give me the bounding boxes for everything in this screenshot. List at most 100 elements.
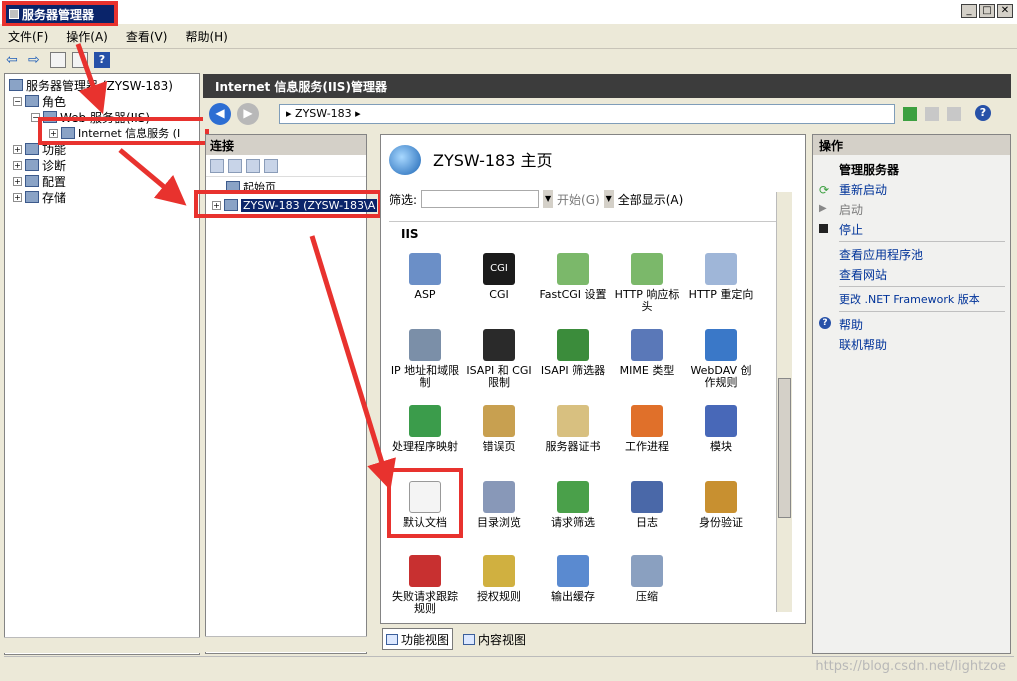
feature-authorization-rules[interactable]: 授权规则: [463, 555, 535, 603]
filter-row: 筛选: ▼ 开始(G) ▼ 全部显示(A): [389, 189, 789, 209]
feature-cgi[interactable]: CGI CGI: [463, 253, 535, 301]
action-online-help[interactable]: 联机帮助: [839, 336, 887, 353]
scrollbar-thumb[interactable]: [778, 378, 791, 518]
forward-arrow-icon[interactable]: ⇨: [28, 53, 44, 67]
tree-item-diagnostics[interactable]: + 诊断: [13, 157, 66, 173]
help-icon[interactable]: ?: [94, 51, 110, 68]
connect-icon[interactable]: [210, 158, 224, 173]
feature-fastcgi[interactable]: FastCGI 设置: [537, 253, 609, 301]
server-home-icon: [389, 145, 421, 175]
feature-authentication[interactable]: 身份验证: [685, 481, 757, 529]
filter-dropdown-icon[interactable]: ▼: [543, 190, 554, 208]
menu-bar: 文件(F) 操作(A) 查看(V) 帮助(H): [0, 26, 1017, 46]
feature-compression[interactable]: 压缩: [611, 555, 683, 603]
close-button[interactable]: ✕: [997, 4, 1013, 18]
expand-icon[interactable]: +: [13, 160, 22, 170]
stop-icon[interactable]: [925, 107, 939, 121]
group-dropdown-icon[interactable]: ▼: [603, 190, 614, 208]
tree-horizontal-scrollbar[interactable]: [4, 637, 200, 653]
watermark: https://blog.csdn.net/lightzoe: [815, 659, 1006, 674]
forward-button[interactable]: ▶: [237, 103, 259, 125]
feature-server-certificates[interactable]: 服务器证书: [537, 405, 609, 453]
menu-action[interactable]: 操作(A): [66, 28, 108, 45]
feature-isapi-cgi[interactable]: ISAPI 和 CGI 限制: [463, 329, 535, 389]
window-controls: _ □ ✕: [961, 4, 1013, 18]
feature-isapi-filters[interactable]: ISAPI 筛选器: [537, 329, 609, 377]
feature-failed-request-tracing[interactable]: 失败请求跟踪规则: [389, 555, 461, 615]
window-title: 服务器管理器: [22, 8, 95, 22]
failed-request-tracing-icon: [409, 555, 441, 587]
tree-item-roles[interactable]: − 角色: [13, 93, 66, 109]
tree-item-server-manager[interactable]: 服务器管理器 (ZYSW-183): [9, 77, 173, 93]
minimize-button[interactable]: _: [961, 4, 977, 18]
feature-modules[interactable]: 模块: [685, 405, 757, 453]
maximize-button[interactable]: □: [979, 4, 995, 18]
feature-handler-mappings[interactable]: 处理程序映射: [389, 405, 461, 453]
compression-icon: [631, 555, 663, 587]
features-vertical-scrollbar[interactable]: [776, 192, 792, 612]
help-dropdown-icon[interactable]: ?: [975, 105, 991, 121]
action-help[interactable]: 帮助: [839, 316, 863, 333]
disconnect-icon[interactable]: [264, 158, 278, 173]
content-view-icon: [463, 633, 476, 645]
home-icon[interactable]: [947, 107, 961, 121]
http-redirect-icon: [705, 253, 737, 285]
expand-icon[interactable]: +: [13, 144, 22, 154]
back-arrow-icon[interactable]: ⇦: [6, 53, 22, 67]
handler-mappings-icon: [409, 405, 441, 437]
action-stop[interactable]: 停止: [839, 221, 863, 238]
window-title-highlight: 服务器管理器: [2, 1, 118, 27]
connections-horizontal-scrollbar[interactable]: [205, 636, 367, 652]
http-headers-icon: [631, 253, 663, 285]
menu-help[interactable]: 帮助(H): [185, 28, 227, 45]
tree-item-configuration[interactable]: + 配置: [13, 173, 66, 189]
title-bar: 服务器管理器 _ □ ✕: [0, 0, 1017, 27]
start-filter-button[interactable]: 开始(G): [557, 191, 600, 208]
storage-icon: [25, 191, 39, 203]
feature-directory-browsing[interactable]: 目录浏览: [463, 481, 535, 529]
up-icon[interactable]: [246, 158, 260, 173]
back-button[interactable]: ◀: [209, 103, 231, 125]
show-all-button[interactable]: 全部显示(A): [618, 191, 684, 208]
feature-asp[interactable]: ASP: [389, 253, 461, 301]
stop-icon: [819, 224, 828, 233]
feature-error-pages[interactable]: 错误页: [463, 405, 535, 453]
feature-http-headers[interactable]: HTTP 响应标头: [611, 253, 683, 313]
iis-tree-highlight: [38, 117, 209, 145]
actions-title: 操作: [813, 135, 1010, 155]
feature-webdav[interactable]: WebDAV 创作规则: [685, 329, 757, 389]
features-icon: [25, 143, 39, 155]
feature-request-filtering[interactable]: 请求筛选: [537, 481, 609, 529]
features-view-icon: [386, 633, 398, 645]
action-change-net-version[interactable]: 更改 .NET Framework 版本: [839, 291, 980, 307]
menu-file[interactable]: 文件(F): [8, 28, 48, 45]
tab-content-view[interactable]: 内容视图: [459, 628, 530, 650]
filter-input[interactable]: [421, 190, 540, 208]
action-restart[interactable]: 重新启动: [839, 181, 887, 198]
address-field[interactable]: ▸ ZYSW-183 ▸: [279, 104, 895, 124]
feature-mime-types[interactable]: MIME 类型: [611, 329, 683, 377]
tree-item-storage[interactable]: + 存储: [13, 189, 66, 205]
menu-view[interactable]: 查看(V): [126, 28, 168, 45]
feature-worker-processes[interactable]: 工作进程: [611, 405, 683, 453]
help-icon: ?: [819, 317, 831, 329]
refresh-icon[interactable]: [903, 107, 917, 121]
action-view-app-pools[interactable]: 查看应用程序池: [839, 246, 923, 263]
save-icon[interactable]: [228, 158, 242, 173]
feature-ip-restrictions[interactable]: IP 地址和域限制: [389, 329, 461, 389]
cgi-icon: CGI: [483, 253, 515, 285]
feature-output-caching[interactable]: 输出缓存: [537, 555, 609, 603]
connections-title: 连接: [206, 135, 366, 155]
feature-http-redirect[interactable]: HTTP 重定向: [685, 253, 757, 301]
expand-icon[interactable]: +: [13, 176, 22, 186]
up-folder-icon[interactable]: [50, 51, 66, 68]
features-view: ZYSW-183 主页 筛选: ▼ 开始(G) ▼ 全部显示(A) IIS AS…: [380, 134, 806, 624]
show-hide-console-icon[interactable]: [72, 51, 88, 68]
action-view-sites[interactable]: 查看网站: [839, 266, 887, 283]
feature-logging[interactable]: 日志: [611, 481, 683, 529]
tab-features-view[interactable]: 功能视图: [382, 628, 454, 650]
breadcrumb-chevron-icon[interactable]: ▸: [355, 107, 361, 120]
expand-icon[interactable]: +: [13, 192, 22, 202]
collapse-icon[interactable]: −: [13, 96, 22, 106]
action-start[interactable]: 启动: [839, 201, 863, 218]
